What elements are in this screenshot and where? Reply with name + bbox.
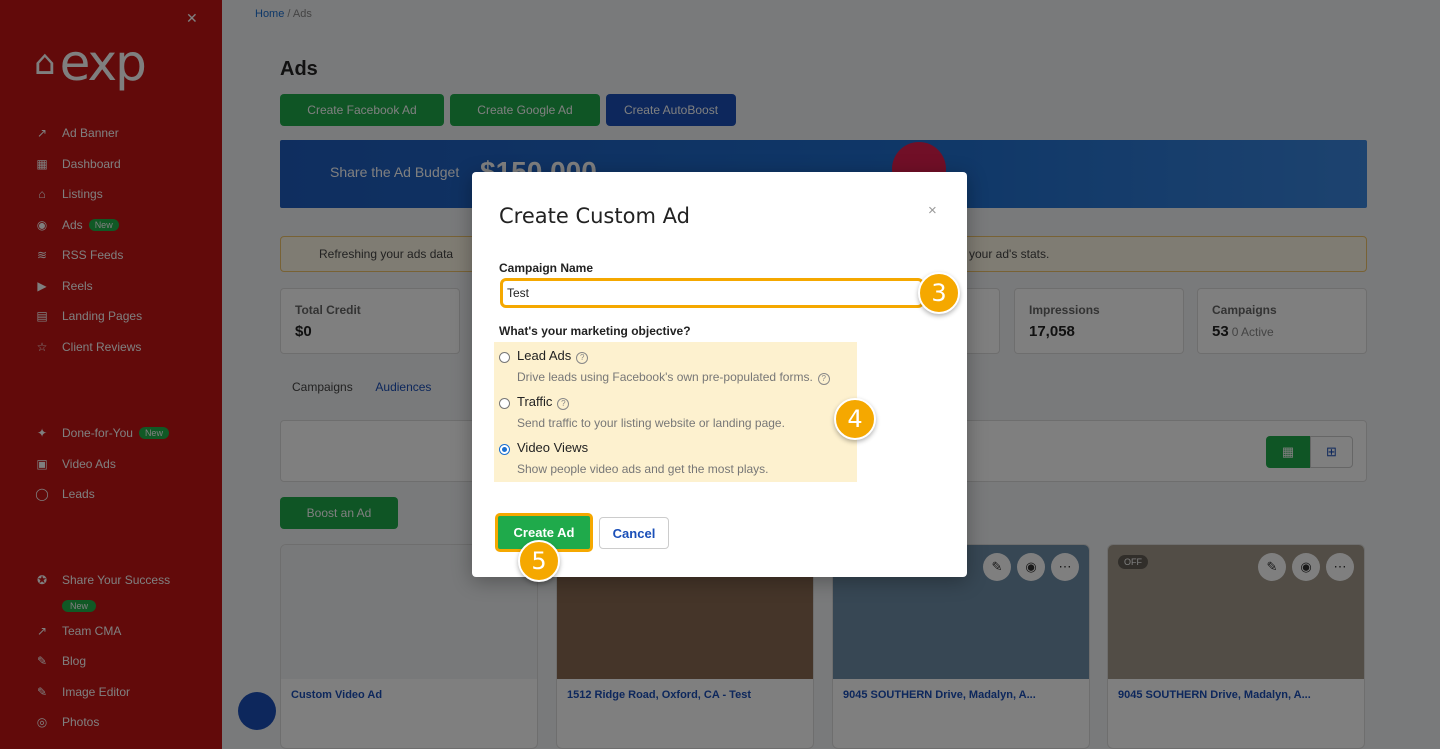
cancel-button[interactable]: Cancel (599, 517, 669, 549)
campaign-name-label: Campaign Name (499, 261, 594, 275)
step-marker-3: 3 (918, 272, 960, 314)
radio-traffic[interactable] (499, 398, 510, 409)
help-icon[interactable]: ? (557, 398, 570, 410)
help-icon[interactable]: ? (576, 352, 589, 364)
close-icon[interactable]: × (928, 202, 937, 219)
step-marker-4: 4 (834, 398, 876, 440)
option-title: Lead Ads (517, 348, 572, 363)
help-icon[interactable]: ? (817, 373, 830, 385)
modal-title: Create Custom Ad (499, 204, 690, 228)
create-custom-ad-modal: Create Custom Ad × Campaign Name What's … (472, 172, 967, 577)
option-desc: Drive leads using Facebook's own pre-pop… (517, 370, 813, 384)
radio-video-views[interactable] (499, 444, 510, 455)
option-title: Video Views (517, 440, 589, 455)
radio-lead-ads[interactable] (499, 352, 510, 363)
option-desc: Show people video ads and get the most p… (517, 462, 769, 476)
campaign-name-input[interactable] (500, 278, 924, 308)
option-desc: Send traffic to your listing website or … (517, 416, 785, 430)
step-marker-5: 5 (518, 540, 560, 582)
objective-label: What's your marketing objective? (499, 324, 691, 338)
option-title: Traffic (517, 394, 553, 409)
